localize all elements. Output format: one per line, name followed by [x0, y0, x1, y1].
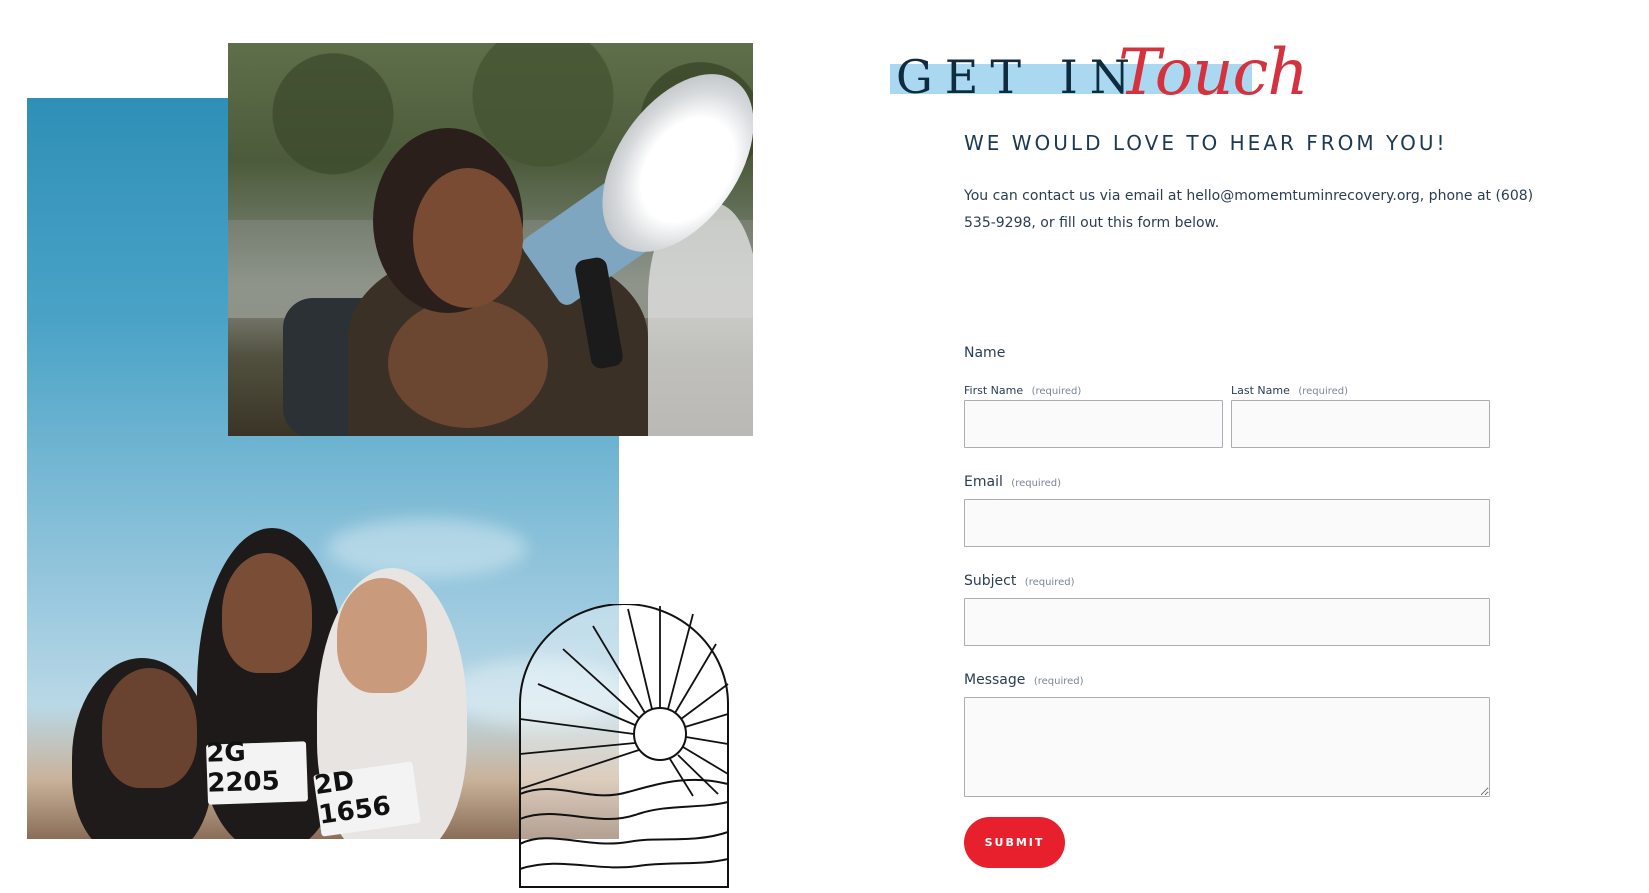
megaphone-photo	[228, 43, 753, 436]
subheading: WE WOULD LOVE TO HEAR FROM YOU!	[964, 131, 1448, 155]
subject-label-text: Subject	[964, 573, 1017, 589]
required-hint: (required)	[1031, 386, 1082, 397]
required-hint: (required)	[1024, 577, 1075, 588]
name-label: Name	[964, 345, 1006, 361]
title-script: Touch	[1118, 36, 1309, 110]
last-name-label-text: Last Name	[1231, 384, 1290, 397]
required-hint: (required)	[1298, 386, 1349, 397]
intro-text: You can contact us via email at hello@mo…	[964, 188, 1534, 231]
email-label-text: Email	[964, 474, 1003, 490]
title-serif: GET IN	[896, 50, 1143, 104]
last-name-input[interactable]	[1231, 400, 1490, 448]
email-input[interactable]	[964, 499, 1490, 547]
first-name-label: First Name (required)	[964, 381, 1081, 399]
sun-arch-illustration	[519, 604, 729, 888]
submit-button[interactable]: SUBMIT	[964, 817, 1065, 868]
first-name-input[interactable]	[964, 400, 1223, 448]
subject-input[interactable]	[964, 598, 1490, 646]
message-label: Message (required)	[964, 671, 1084, 689]
email-label: Email (required)	[964, 473, 1061, 491]
page-title: GET IN Touch	[890, 36, 1309, 120]
first-name-label-text: First Name	[964, 384, 1024, 397]
required-hint: (required)	[1033, 676, 1084, 687]
race-bib-left: 2G 2205	[206, 737, 309, 805]
required-hint: (required)	[1011, 478, 1061, 489]
message-textarea[interactable]	[964, 697, 1490, 797]
subject-label: Subject (required)	[964, 572, 1075, 590]
message-label-text: Message	[964, 672, 1026, 688]
last-name-label: Last Name (required)	[1231, 381, 1348, 399]
